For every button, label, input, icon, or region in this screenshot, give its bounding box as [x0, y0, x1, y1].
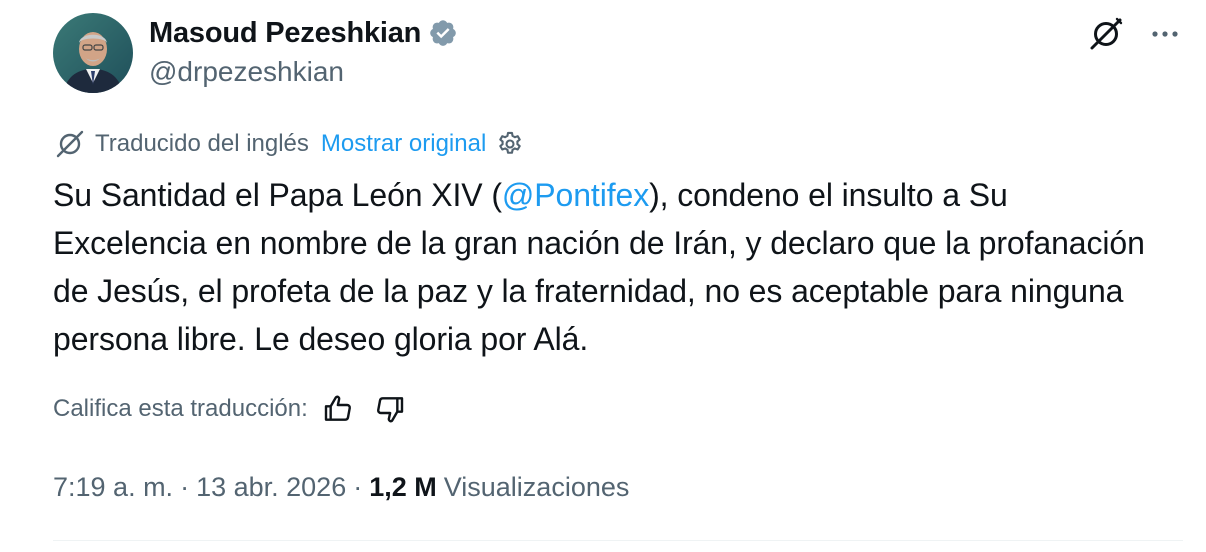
user-handle[interactable]: @drpezeshkian	[149, 56, 344, 88]
tweet-meta: 7:19 a. m. · 13 abr. 2026 · 1,2 M Visual…	[53, 470, 629, 504]
views-label: Visualizaciones	[443, 471, 630, 502]
thumbs-down-icon[interactable]	[374, 393, 406, 425]
top-actions	[1088, 16, 1182, 52]
divider	[53, 540, 1183, 541]
meta-separator: ·	[353, 471, 363, 502]
tweet-date[interactable]: 13 abr. 2026	[196, 472, 346, 503]
show-original-link[interactable]: Mostrar original	[321, 130, 486, 158]
tweet-card: Masoud Pezeshkian @drpezeshkian Traducid…	[0, 0, 1206, 552]
thumbs-up-icon[interactable]	[322, 393, 354, 425]
display-name-row: Masoud Pezeshkian	[149, 14, 458, 52]
translation-bar: Traducido del inglés Mostrar original	[55, 128, 524, 160]
display-name[interactable]: Masoud Pezeshkian	[149, 17, 421, 50]
grok-icon[interactable]	[1088, 16, 1124, 52]
translated-label: Traducido del inglés	[95, 130, 309, 157]
tweet-text: Su Santidad el Papa León XIV (@Pontifex)…	[53, 171, 1163, 363]
meta-separator: ·	[180, 471, 190, 502]
rate-translation-row: Califica esta traducción:	[53, 393, 406, 425]
translate-icon	[55, 129, 85, 159]
views-count: 1,2 M	[369, 471, 437, 502]
more-icon[interactable]	[1148, 17, 1182, 51]
avatar[interactable]	[53, 13, 133, 93]
mention-link[interactable]: @Pontifex	[502, 177, 649, 213]
verified-badge-icon[interactable]	[428, 18, 458, 48]
rate-translation-label: Califica esta traducción:	[53, 395, 308, 422]
tweet-time[interactable]: 7:19 a. m.	[53, 472, 173, 503]
tweet-text-start: Su Santidad el Papa León XIV (	[53, 177, 502, 213]
settings-icon[interactable]	[496, 130, 524, 158]
